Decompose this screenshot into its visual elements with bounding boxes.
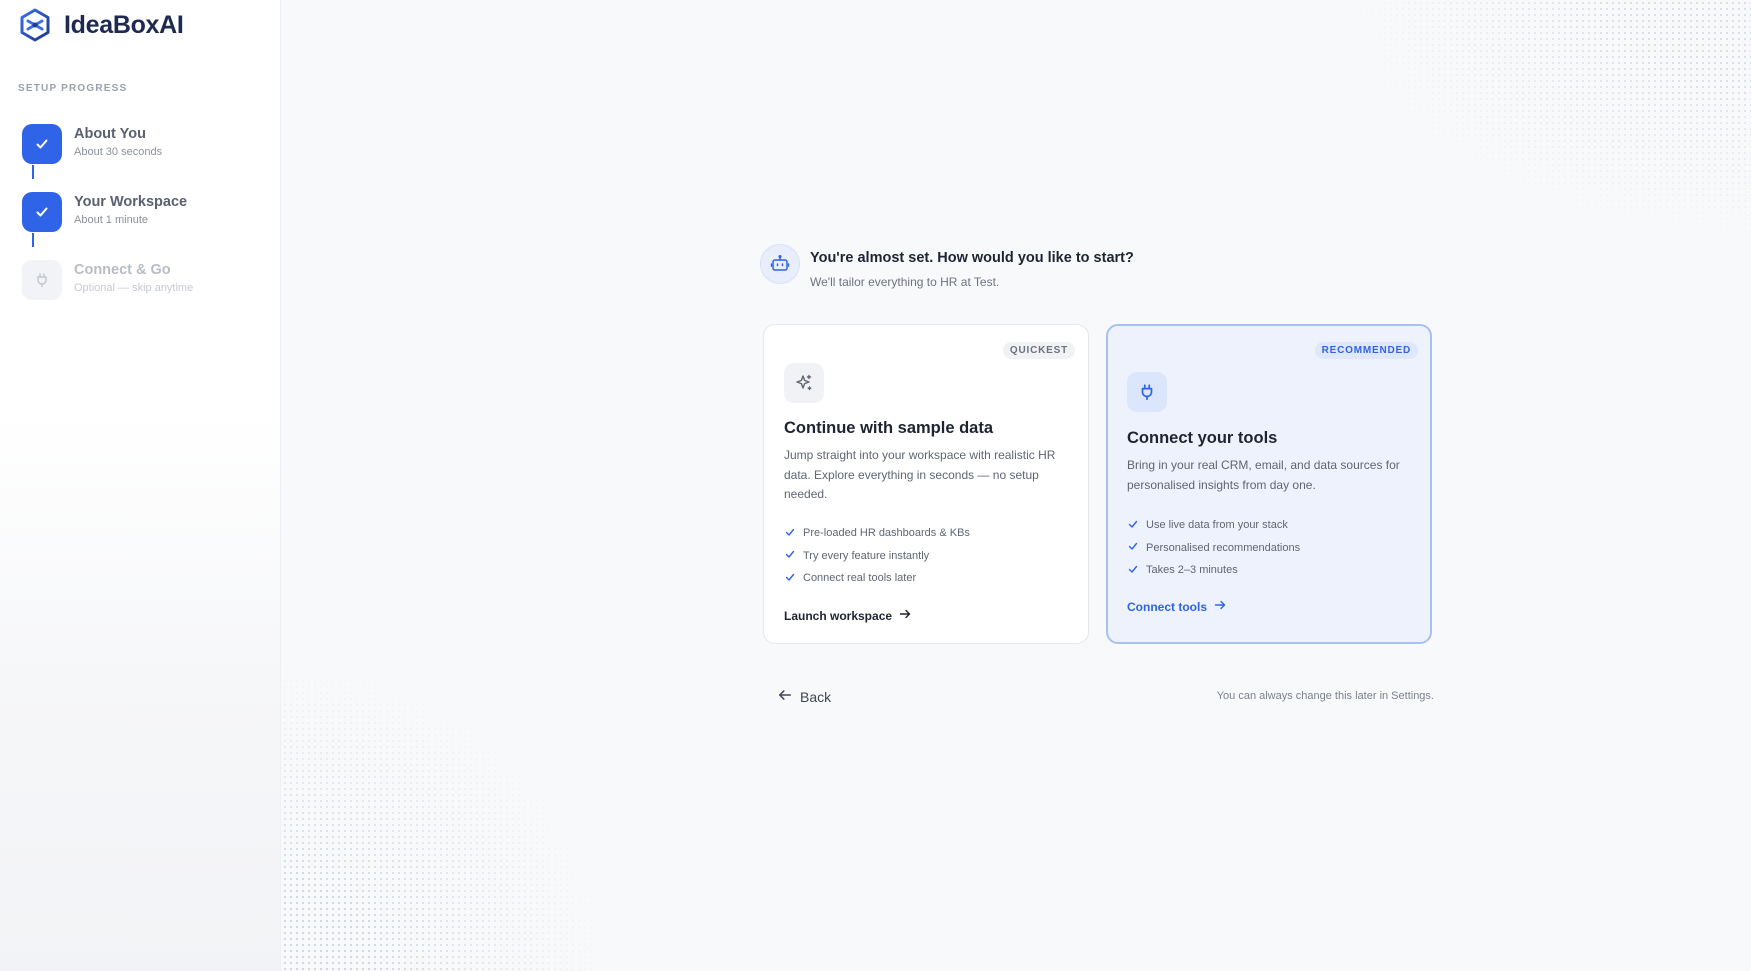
cta-label: Connect tools	[1127, 599, 1207, 614]
card-description: Bring in your real CRM, email, and data …	[1127, 458, 1400, 492]
sidebar: IdeaBoxAI SETUP PROGRESS About You About…	[0, 0, 281, 971]
connect-tools-card[interactable]: RECOMMENDED Connect your tools Bring in …	[1106, 324, 1432, 644]
check-icon	[1127, 518, 1139, 533]
list-item: Connect real tools later	[784, 567, 970, 590]
step-subtitle: Optional — skip anytime	[74, 282, 194, 294]
check-icon	[784, 526, 796, 541]
connect-tools-button[interactable]: Connect tools	[1127, 599, 1226, 614]
arrow-left-icon	[778, 688, 792, 705]
setup-progress-label: SETUP PROGRESS	[18, 83, 128, 94]
list-item: Takes 2–3 minutes	[1127, 559, 1300, 582]
dot-pattern-decoration	[1040, 0, 1751, 330]
sample-data-card[interactable]: QUICKEST Continue with sample data Jump …	[763, 324, 1089, 644]
feature-list: Use live data from your stack Personalis…	[1127, 514, 1300, 582]
step-subtitle: About 30 seconds	[74, 146, 163, 158]
step-title: Your Workspace	[74, 194, 188, 210]
feature-text: Try every feature instantly	[803, 549, 930, 562]
check-icon	[22, 124, 62, 164]
step-title: About You	[74, 126, 146, 142]
check-icon	[784, 571, 796, 586]
plug-icon	[1127, 372, 1167, 412]
step-about-you[interactable]: About You About 30 seconds	[22, 124, 162, 164]
intro-question: You're almost set. How would you like to…	[810, 250, 1134, 266]
intro-subtitle: We'll tailor everything to HR at Test.	[810, 275, 1000, 289]
check-icon	[1127, 563, 1139, 578]
step-subtitle: About 1 minute	[74, 214, 148, 226]
feature-text: Personalised recommendations	[1146, 541, 1301, 554]
recommended-badge: RECOMMENDED	[1314, 342, 1418, 359]
hexagon-logo-icon	[20, 8, 50, 42]
cta-label: Launch workspace	[784, 608, 893, 623]
step-title: Connect & Go	[74, 262, 171, 278]
robot-icon	[760, 244, 800, 284]
feature-text: Use live data from your stack	[1146, 519, 1288, 532]
check-icon	[1127, 540, 1139, 555]
arrow-right-icon	[1214, 599, 1226, 614]
back-label: Back	[800, 688, 832, 705]
launch-workspace-button[interactable]: Launch workspace	[784, 608, 911, 623]
settings-note: You can always change this later in Sett…	[1216, 690, 1434, 702]
brand-name: IdeaBoxAI	[64, 10, 184, 39]
plug-icon	[22, 260, 62, 300]
feature-text: Takes 2–3 minutes	[1146, 564, 1238, 577]
card-title: Continue with sample data	[784, 419, 994, 437]
list-item: Pre-loaded HR dashboards & KBs	[784, 522, 970, 545]
list-item: Use live data from your stack	[1127, 514, 1300, 537]
check-icon	[22, 192, 62, 232]
card-description: Jump straight into your workspace with r…	[784, 448, 1056, 501]
step-your-workspace[interactable]: Your Workspace About 1 minute	[22, 192, 187, 232]
step-connector	[32, 233, 34, 247]
intro: You're almost set. How would you like to…	[760, 244, 1134, 289]
feature-text: Pre-loaded HR dashboards & KBs	[803, 527, 970, 540]
sparkles-icon	[784, 363, 824, 403]
check-icon	[784, 548, 796, 563]
feature-text: Connect real tools later	[803, 572, 917, 585]
list-item: Personalised recommendations	[1127, 537, 1300, 560]
feature-list: Pre-loaded HR dashboards & KBs Try every…	[784, 522, 970, 590]
card-title: Connect your tools	[1127, 429, 1278, 447]
arrow-right-icon	[899, 608, 911, 623]
list-item: Try every feature instantly	[784, 545, 970, 568]
back-button[interactable]: Back	[778, 688, 831, 705]
brand[interactable]: IdeaBoxAI	[18, 8, 184, 42]
step-connector	[32, 165, 34, 179]
quickest-badge: QUICKEST	[1002, 342, 1075, 359]
step-connect-and-go[interactable]: Connect & Go Optional — skip anytime	[22, 260, 193, 300]
